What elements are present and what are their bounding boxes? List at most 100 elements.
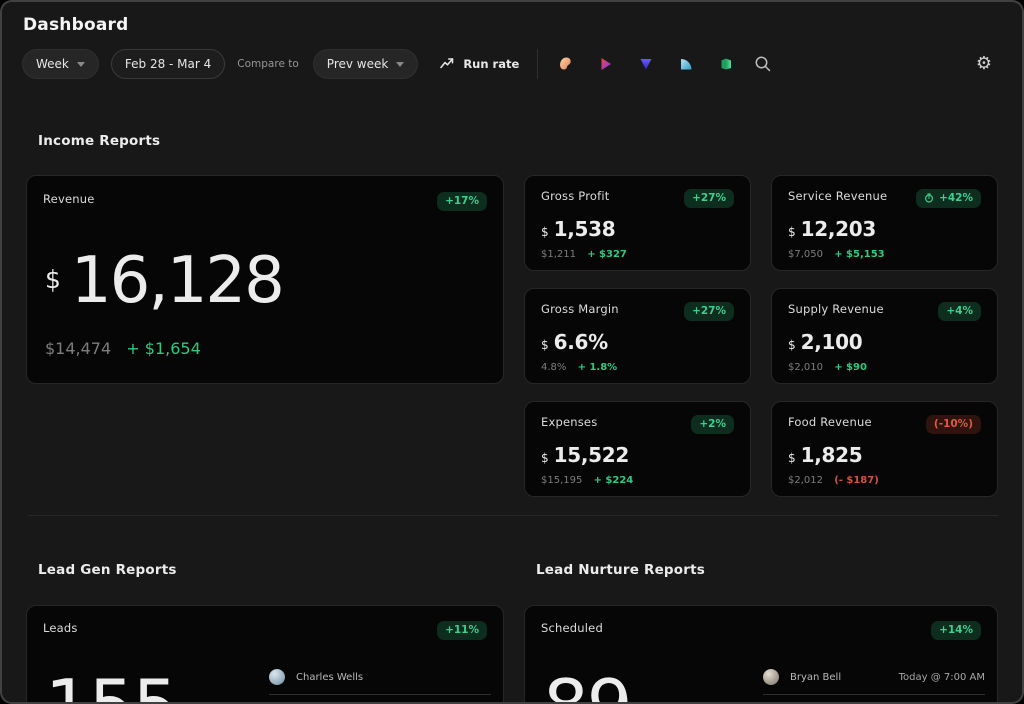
metric-value-row: $ 15,522 bbox=[541, 443, 734, 467]
metric-delta: (- $187) bbox=[834, 475, 879, 486]
metric-badge: +27% bbox=[684, 189, 734, 208]
compare-select-value: Prev week bbox=[327, 57, 389, 71]
bottom-grid: Lead Gen Reports Leads +11% 155 Charles … bbox=[26, 562, 998, 704]
metric-previous: $2,010 bbox=[788, 362, 823, 373]
currency-symbol: $ bbox=[541, 225, 549, 239]
income-section-title: Income Reports bbox=[38, 133, 998, 149]
person-row: Bryan Bell Today @ 7:00 AM bbox=[763, 669, 985, 695]
person-line: Bryan Bell Today @ 7:00 AM bbox=[763, 669, 985, 685]
metric-previous: 4.8% bbox=[541, 362, 566, 373]
person-line: Charles Wells bbox=[269, 669, 491, 685]
metric-label: Expenses bbox=[541, 415, 597, 429]
card-header: Service Revenue +42% bbox=[788, 189, 981, 208]
lead-nurture-section: Lead Nurture Reports Scheduled +14% 89 B… bbox=[524, 562, 998, 704]
metric-value: 1,538 bbox=[554, 217, 616, 241]
leads-badge: +11% bbox=[437, 621, 487, 640]
expenses-card[interactable]: Expenses +2% $ 15,522 $15,195 + $224 bbox=[524, 401, 751, 497]
run-rate-label: Run rate bbox=[463, 57, 519, 71]
metric-sub-row: $7,050 + $5,153 bbox=[788, 249, 981, 260]
compare-select[interactable]: Prev week bbox=[313, 49, 419, 79]
income-grid: Revenue +17% $ 16,128 $14,474 + $1,654 G… bbox=[26, 175, 998, 497]
gross-margin-card[interactable]: Gross Margin +27% $ 6.6% 4.8% + 1.8% bbox=[524, 288, 751, 384]
section-divider bbox=[28, 515, 998, 516]
person-time: Today @ 7:00 AM bbox=[899, 672, 985, 683]
metric-delta: + $224 bbox=[594, 475, 634, 486]
run-rate-toggle[interactable]: Run rate bbox=[440, 57, 519, 72]
avatar bbox=[763, 669, 779, 685]
metric-value: 6.6% bbox=[554, 330, 608, 354]
metric-label: Service Revenue bbox=[788, 189, 887, 203]
person-name: Charles Wells bbox=[296, 672, 363, 683]
revenue-delta: + $1,654 bbox=[126, 339, 200, 358]
stopwatch-icon bbox=[924, 193, 934, 203]
person-row: Charles Wells bbox=[269, 669, 491, 695]
metric-badge: (-10%) bbox=[926, 415, 981, 434]
metric-badge-value: +42% bbox=[939, 193, 973, 204]
metric-previous: $1,211 bbox=[541, 249, 576, 260]
red-play-logo-icon[interactable] bbox=[598, 56, 614, 72]
metric-sub-row: $1,211 + $327 bbox=[541, 249, 734, 260]
currency-symbol: $ bbox=[788, 338, 796, 352]
lead-gen-section: Lead Gen Reports Leads +11% 155 Charles … bbox=[26, 562, 504, 704]
header: Dashboard bbox=[2, 2, 1022, 35]
metric-sub-row: $15,195 + $224 bbox=[541, 475, 734, 486]
metric-previous: $15,195 bbox=[541, 475, 582, 486]
settings-gear-icon[interactable]: ⚙ bbox=[976, 55, 992, 73]
revenue-value-row: $ 16,128 bbox=[43, 249, 487, 313]
date-range-button[interactable]: Feb 28 - Mar 4 bbox=[111, 49, 225, 79]
metric-badge: +4% bbox=[938, 302, 981, 321]
purple-funnel-logo-icon[interactable] bbox=[638, 56, 654, 72]
green-flag-logo-icon[interactable] bbox=[718, 56, 734, 72]
metric-label: Supply Revenue bbox=[788, 302, 884, 316]
metric-value: 1,825 bbox=[801, 443, 863, 467]
card-header: Gross Profit +27% bbox=[541, 189, 734, 208]
card-header: Leads +11% bbox=[43, 621, 487, 640]
currency-symbol: $ bbox=[541, 338, 549, 352]
metric-value: 15,522 bbox=[554, 443, 629, 467]
blue-quarter-logo-icon[interactable] bbox=[678, 56, 694, 72]
metric-delta: + $5,153 bbox=[834, 249, 884, 260]
period-select[interactable]: Week bbox=[22, 49, 99, 79]
person-divider bbox=[763, 694, 985, 695]
revenue-sub-row: $14,474 + $1,654 bbox=[43, 339, 487, 358]
page-title: Dashboard bbox=[23, 15, 1002, 35]
revenue-badge: +17% bbox=[437, 192, 487, 211]
metric-previous: $7,050 bbox=[788, 249, 823, 260]
chevron-down-icon bbox=[396, 62, 404, 67]
service-revenue-card[interactable]: Service Revenue +42% bbox=[771, 175, 998, 271]
toolbar: Week Feb 28 - Mar 4 Compare to Prev week… bbox=[22, 49, 1002, 79]
currency-symbol: $ bbox=[788, 225, 796, 239]
food-revenue-card[interactable]: Food Revenue (-10%) $ 1,825 $2,012 (- $1… bbox=[771, 401, 998, 497]
metric-delta: + $90 bbox=[834, 362, 867, 373]
metric-badge: +42% bbox=[916, 189, 981, 208]
metric-value-row: $ 12,203 bbox=[788, 217, 981, 241]
card-header: Food Revenue (-10%) bbox=[788, 415, 981, 434]
scheduled-card[interactable]: Scheduled +14% 89 Bryan Bell Today @ 7:0… bbox=[524, 605, 998, 704]
trending-up-icon bbox=[440, 57, 454, 72]
date-range-value: Feb 28 - Mar 4 bbox=[125, 57, 211, 71]
metric-value: 12,203 bbox=[801, 217, 876, 241]
currency-symbol: $ bbox=[541, 451, 549, 465]
metric-label: Gross Profit bbox=[541, 189, 609, 203]
lead-nurture-section-title: Lead Nurture Reports bbox=[536, 562, 998, 578]
metric-value-row: $ 6.6% bbox=[541, 330, 734, 354]
orange-blob-logo-icon[interactable] bbox=[558, 56, 574, 72]
gross-profit-card[interactable]: Gross Profit +27% $ 1,538 $1,211 + $327 bbox=[524, 175, 751, 271]
leads-label: Leads bbox=[43, 621, 78, 635]
dashboard-window: Dashboard Week Feb 28 - Mar 4 Compare to… bbox=[0, 0, 1024, 704]
metric-sub-row: $2,012 (- $187) bbox=[788, 475, 981, 486]
metric-sub-row: $2,010 + $90 bbox=[788, 362, 981, 373]
currency-symbol: $ bbox=[45, 265, 61, 294]
chevron-down-icon bbox=[77, 62, 85, 67]
card-header: Revenue +17% bbox=[43, 192, 487, 211]
supply-revenue-card[interactable]: Supply Revenue +4% $ 2,100 $2,010 + $90 bbox=[771, 288, 998, 384]
search-icon[interactable] bbox=[754, 55, 772, 73]
metric-badge: +27% bbox=[684, 302, 734, 321]
revenue-card[interactable]: Revenue +17% $ 16,128 $14,474 + $1,654 bbox=[26, 175, 504, 384]
card-header: Expenses +2% bbox=[541, 415, 734, 434]
person-name: Bryan Bell bbox=[790, 672, 841, 683]
leads-card[interactable]: Leads +11% 155 Charles Wells bbox=[26, 605, 504, 704]
revenue-previous: $14,474 bbox=[45, 339, 111, 358]
lead-gen-section-title: Lead Gen Reports bbox=[38, 562, 504, 578]
metric-previous: $2,012 bbox=[788, 475, 823, 486]
